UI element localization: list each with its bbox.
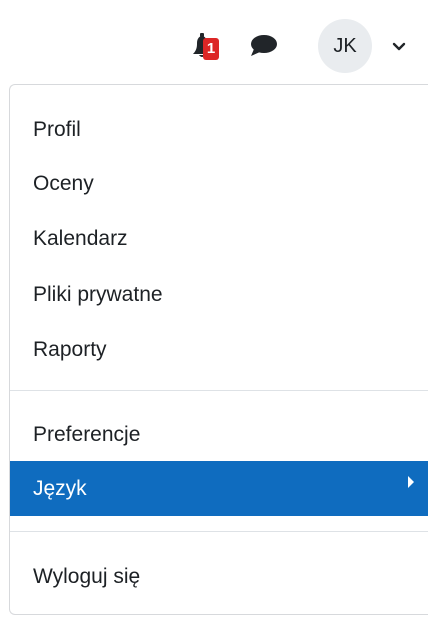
messages-button[interactable] <box>248 33 278 59</box>
menu-divider <box>10 390 428 391</box>
caret-right-icon <box>408 476 414 488</box>
menu-item-profil[interactable]: Profil <box>10 108 428 152</box>
user-menu-dropdown: Profil Oceny Kalendarz Pliki prywatne Ra… <box>9 84 428 615</box>
user-avatar[interactable]: JK <box>318 19 372 73</box>
top-navbar: 1 JK <box>0 0 428 82</box>
menu-item-wyloguj[interactable]: Wyloguj się <box>10 555 428 599</box>
notification-count-badge: 1 <box>203 38 219 60</box>
menu-item-raporty[interactable]: Raporty <box>10 328 428 372</box>
user-menu-toggle[interactable] <box>392 40 406 52</box>
page: 1 JK Profil Oceny Kalendarz Pliki prywat… <box>0 0 428 619</box>
chevron-down-icon <box>392 42 406 51</box>
menu-item-preferencje[interactable]: Preferencje <box>10 413 428 457</box>
menu-item-jezyk[interactable]: Język <box>10 461 428 516</box>
menu-divider <box>10 531 428 532</box>
chat-icon <box>251 35 277 56</box>
menu-item-jezyk-label: Język <box>33 477 87 500</box>
menu-item-pliki-prywatne[interactable]: Pliki prywatne <box>10 273 428 317</box>
menu-item-oceny[interactable]: Oceny <box>10 162 428 206</box>
menu-item-kalendarz[interactable]: Kalendarz <box>10 217 428 261</box>
